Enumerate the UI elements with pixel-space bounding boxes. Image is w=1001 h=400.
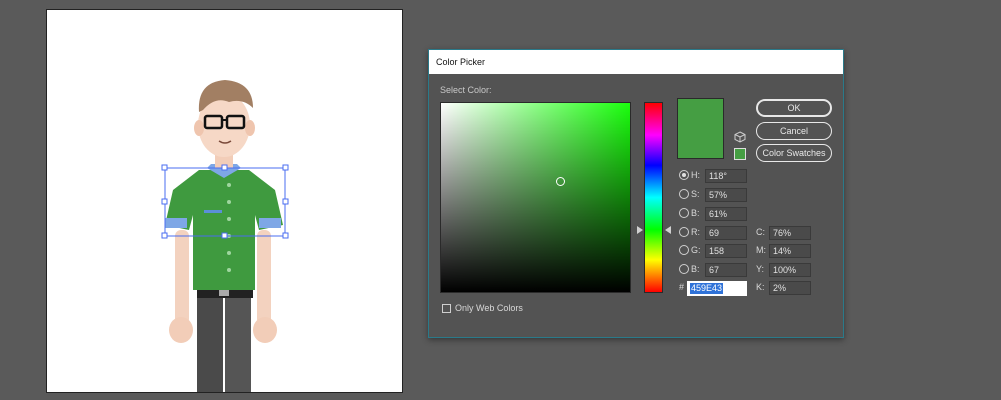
hue-slider-handle-left[interactable] [637, 226, 643, 234]
saturation-row: S: 57% [679, 188, 749, 202]
only-web-colors-checkbox[interactable] [442, 304, 451, 313]
current-color-swatch [677, 98, 724, 159]
brightness-row: B: 61% [679, 207, 749, 221]
color-cursor[interactable] [556, 177, 565, 186]
hex-label: # [679, 282, 685, 292]
hue-row: H: 118° [679, 169, 749, 183]
red-radio[interactable] [679, 227, 689, 237]
magenta-input[interactable]: 14% [769, 244, 811, 258]
saturation-input[interactable]: 57% [705, 188, 747, 202]
select-color-label: Select Color: [440, 85, 492, 95]
color-swatches-button[interactable]: Color Swatches [756, 144, 832, 162]
character-illustration [161, 80, 289, 392]
cancel-button[interactable]: Cancel [756, 122, 832, 140]
web-safe-color-swatch[interactable] [734, 148, 746, 160]
blue-radio[interactable] [679, 264, 689, 274]
dialog-title: Color Picker [429, 50, 843, 74]
blue-row: B: 67 [679, 263, 749, 277]
hue-slider[interactable] [644, 102, 663, 293]
cyan-input[interactable]: 76% [769, 226, 811, 240]
artboard[interactable] [46, 9, 403, 393]
red-input[interactable]: 69 [705, 226, 747, 240]
black-input[interactable]: 2% [769, 281, 811, 295]
hue-radio[interactable] [679, 170, 689, 180]
brightness-input[interactable]: 61% [705, 207, 747, 221]
black-row: K: 2% [756, 281, 816, 295]
brightness-radio[interactable] [679, 208, 689, 218]
yellow-input[interactable]: 100% [769, 263, 811, 277]
hex-value: 459E43 [690, 283, 724, 294]
red-row: R: 69 [679, 226, 749, 240]
cyan-row: C: 76% [756, 226, 816, 240]
green-radio[interactable] [679, 245, 689, 255]
hue-slider-handle-right[interactable] [665, 226, 671, 234]
ok-button[interactable]: OK [756, 99, 832, 117]
saturation-brightness-field[interactable] [440, 102, 631, 293]
green-row: G: 158 [679, 244, 749, 258]
hue-input[interactable]: 118° [705, 169, 747, 183]
only-web-colors-label: Only Web Colors [455, 303, 523, 313]
yellow-row: Y: 100% [756, 263, 816, 277]
cube-icon[interactable] [734, 131, 746, 143]
saturation-radio[interactable] [679, 189, 689, 199]
color-picker-dialog: Color Picker Select Color: OK Cancel Col… [428, 49, 844, 338]
green-input[interactable]: 158 [705, 244, 747, 258]
blue-input[interactable]: 67 [705, 263, 747, 277]
magenta-row: M: 14% [756, 244, 816, 258]
hex-input[interactable]: 459E43 [687, 281, 747, 296]
